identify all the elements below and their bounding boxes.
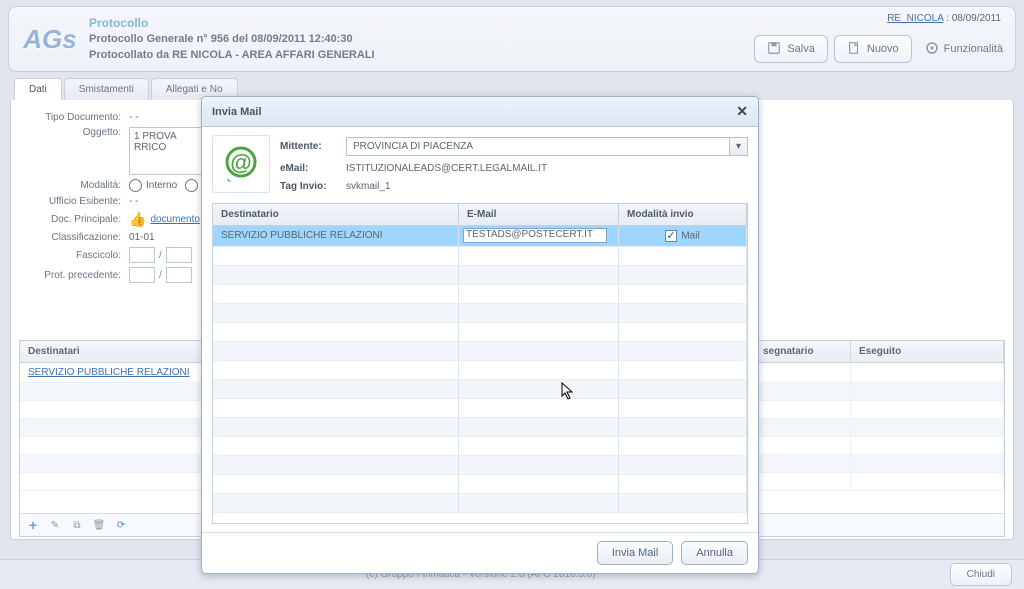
col-eseguito: Eseguito bbox=[851, 341, 1004, 362]
delete-icon[interactable]: 🗑 bbox=[92, 518, 106, 532]
recipient-row[interactable]: SERVIZIO PUBBLICHE RELAZIONI TESTADS@POS… bbox=[213, 226, 747, 247]
ufficio-label: Ufficio Esibente: bbox=[19, 196, 129, 207]
protocol-line1: Protocollo Generale n° 956 del 08/09/201… bbox=[89, 32, 375, 46]
gear-icon bbox=[924, 40, 940, 59]
oggetto-label: Oggetto: bbox=[19, 127, 129, 138]
protprec-label: Prot. precedente: bbox=[19, 270, 129, 281]
tipo-value: - - bbox=[129, 112, 138, 123]
send-mail-button[interactable]: Invia Mail bbox=[597, 541, 673, 565]
mail-checkbox[interactable] bbox=[665, 230, 677, 242]
module-title: Protocollo bbox=[89, 16, 375, 30]
modal-title: Invia Mail bbox=[212, 106, 262, 118]
email-label: eMail: bbox=[280, 163, 346, 174]
cancel-button[interactable]: Annulla bbox=[681, 541, 748, 565]
functionality-label: Funzionalità bbox=[944, 43, 1003, 55]
mittente-value: PROVINCIA DI PIACENZA bbox=[347, 141, 729, 152]
protprec-num[interactable] bbox=[166, 267, 192, 283]
save-label: Salva bbox=[787, 43, 815, 55]
modalita-interno-radio[interactable] bbox=[129, 179, 142, 192]
user-info: RE_NICOLA : 08/09/2011 bbox=[887, 13, 1001, 24]
tab-smistamenti[interactable]: Smistamenti bbox=[64, 78, 149, 100]
chevron-down-icon[interactable]: ▾ bbox=[729, 138, 747, 155]
recipients-grid: Destinatario E-Mail Modalità invio SERVI… bbox=[212, 203, 748, 524]
save-icon bbox=[767, 41, 781, 58]
tab-dati[interactable]: Dati bbox=[14, 78, 62, 100]
at-icon: @ bbox=[212, 135, 270, 193]
new-icon bbox=[847, 41, 861, 58]
fascicolo-label: Fascicolo: bbox=[19, 250, 129, 261]
mcol-destinatario: Destinatario bbox=[213, 204, 459, 226]
protprec-year[interactable] bbox=[129, 267, 155, 283]
add-icon[interactable]: + bbox=[26, 518, 40, 532]
mittente-select[interactable]: PROVINCIA DI PIACENZA ▾ bbox=[346, 137, 748, 156]
refresh-icon[interactable]: ⟳ bbox=[114, 518, 128, 532]
tag-value: svkmail_1 bbox=[346, 181, 748, 192]
new-button[interactable]: Nuovo bbox=[834, 35, 912, 63]
grid-row-link[interactable]: SERVIZIO PUBBLICHE RELAZIONI bbox=[28, 367, 190, 378]
col-segnatario: segnatario bbox=[755, 341, 851, 362]
docprinc-label: Doc. Principale: bbox=[19, 214, 129, 225]
copy-icon[interactable]: ⧉ bbox=[70, 518, 84, 532]
functionality-menu[interactable]: Funzionalità bbox=[924, 40, 1003, 59]
tag-label: Tag Invio: bbox=[280, 181, 346, 192]
recipient-email-input[interactable]: TESTADS@POSTECERT.IT bbox=[463, 228, 607, 243]
mcol-modalita: Modalità invio bbox=[619, 204, 747, 226]
document-icon[interactable]: 👍 bbox=[129, 211, 146, 228]
modalita-interno-label: Interno bbox=[146, 180, 177, 191]
close-icon[interactable]: ✕ bbox=[736, 103, 748, 120]
ufficio-value: - - bbox=[129, 196, 138, 207]
email-value: ISTITUZIONALEADS@CERT.LEGALMAIL.IT bbox=[346, 163, 748, 174]
modalita-label: Modalità: bbox=[19, 180, 129, 191]
mail-mode-label: Mail bbox=[681, 231, 699, 242]
banner-text: Protocollo Protocollo Generale n° 956 de… bbox=[89, 16, 375, 62]
tipo-label: Tipo Documento: bbox=[19, 112, 129, 123]
mcol-email: E-Mail bbox=[459, 204, 619, 226]
class-label: Classificazione: bbox=[19, 232, 129, 243]
user-date: 08/09/2011 bbox=[952, 13, 1001, 24]
invia-mail-modal: Invia Mail ✕ @ Mittente: PROVINCIA DI PI… bbox=[201, 96, 759, 574]
user-link[interactable]: RE_NICOLA bbox=[887, 13, 943, 24]
new-label: Nuovo bbox=[867, 43, 899, 55]
oggetto-textarea[interactable]: 1 PROVA RRICO bbox=[129, 127, 209, 175]
fascicolo-num[interactable] bbox=[166, 247, 192, 263]
protocol-line2: Protocollato da RE NICOLA - AREA AFFARI … bbox=[89, 48, 375, 62]
edit-icon[interactable]: ✎ bbox=[48, 518, 62, 532]
app-logo: AGs bbox=[19, 13, 81, 65]
svg-text:@: @ bbox=[230, 150, 251, 175]
recipient-name: SERVIZIO PUBBLICHE RELAZIONI bbox=[213, 226, 459, 246]
app-banner: AGs Protocollo Protocollo Generale n° 95… bbox=[8, 6, 1016, 72]
class-value: 01-01 bbox=[129, 232, 155, 243]
docprinc-link[interactable]: documento bbox=[150, 214, 199, 225]
fascicolo-year[interactable] bbox=[129, 247, 155, 263]
mittente-label: Mittente: bbox=[280, 141, 346, 152]
modalita-other-radio[interactable] bbox=[185, 179, 198, 192]
save-button[interactable]: Salva bbox=[754, 35, 828, 63]
